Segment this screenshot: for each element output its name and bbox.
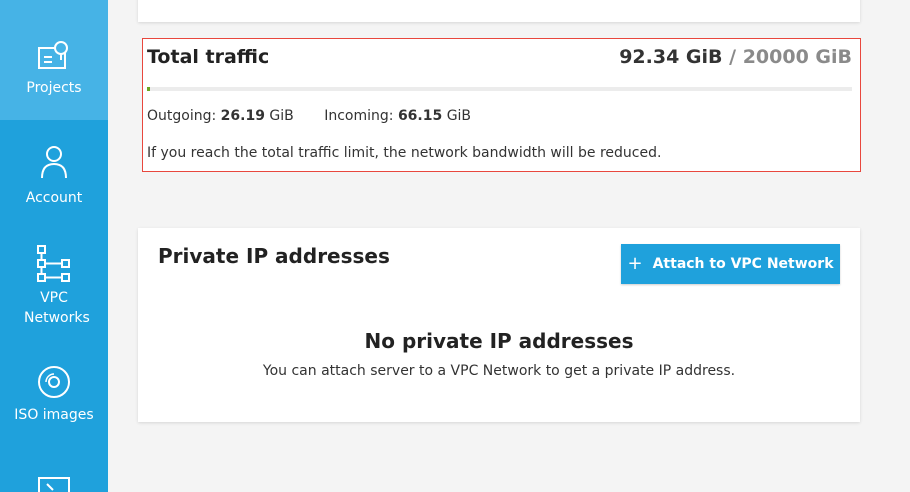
attach-vpc-button[interactable]: + Attach to VPC Network	[621, 244, 840, 284]
private-ip-card: Private IP addresses + Attach to VPC Net…	[138, 228, 860, 422]
empty-state-title: No private IP addresses	[364, 329, 634, 353]
network-icon	[37, 245, 70, 282]
incoming-value: 66.15	[397, 108, 443, 124]
incoming-stat: Incoming: 66.15 GiB	[324, 108, 471, 124]
empty-state-text: You can attach server to a VPC Network t…	[262, 363, 736, 379]
sidebar-item-vpc-networks[interactable]: VPC Networks	[0, 240, 108, 340]
sidebar-item-label: Projects	[26, 80, 82, 96]
incoming-unit: GiB	[446, 108, 472, 124]
traffic-title: Total traffic	[147, 46, 270, 68]
sidebar-item-account[interactable]: Account	[0, 140, 108, 230]
disc-icon	[38, 366, 70, 398]
incoming-label: Incoming:	[324, 108, 394, 124]
sidebar-item-projects[interactable]: Projects	[0, 0, 108, 120]
sidebar-item-label: ISO images	[14, 407, 94, 423]
outgoing-unit: GiB	[269, 108, 294, 124]
outgoing-label: Outgoing:	[147, 108, 217, 124]
traffic-breakdown: Outgoing: 26.19 GiB Incoming: 66.15 GiB	[147, 108, 497, 124]
sidebar-item-label: Account	[25, 190, 83, 206]
sidebar-item-next[interactable]	[0, 472, 108, 492]
traffic-progress-fill	[147, 87, 151, 91]
app-window: Projects Account VPC Networks ISO images…	[0, 0, 910, 492]
user-icon	[41, 146, 67, 179]
main-content: Total traffic 92.34 GiB / 20000 GiB Outg…	[108, 0, 910, 492]
outgoing-stat: Outgoing: 26.19 GiB	[147, 108, 298, 124]
traffic-used: 92.34 GiB	[619, 46, 723, 68]
traffic-limit-note: If you reach the total traffic limit, th…	[147, 145, 662, 161]
plus-icon: +	[627, 253, 643, 274]
traffic-total: 92.34 GiB / 20000 GiB	[619, 46, 852, 68]
traffic-limit: 20000 GiB	[742, 46, 852, 68]
projects-icon	[38, 41, 68, 69]
total-traffic-card: Total traffic 92.34 GiB / 20000 GiB Outg…	[142, 38, 861, 172]
traffic-separator: /	[722, 46, 743, 68]
attach-vpc-label: Attach to VPC Network	[652, 256, 834, 272]
private-ip-title: Private IP addresses	[158, 244, 390, 268]
traffic-progress-bar	[147, 87, 852, 91]
terminal-icon	[38, 477, 70, 492]
outgoing-value: 26.19	[220, 108, 265, 124]
sidebar-item-iso-images[interactable]: ISO images	[0, 365, 108, 435]
sidebar: Projects Account VPC Networks ISO images	[0, 0, 108, 492]
sidebar-item-label: VPC Networks	[24, 290, 90, 326]
previous-card	[138, 0, 860, 22]
